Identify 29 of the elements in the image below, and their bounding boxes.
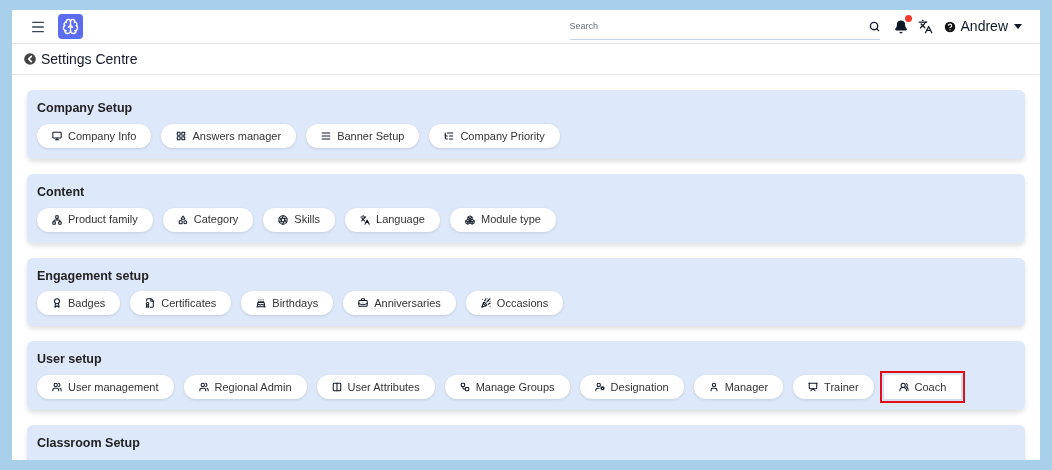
settings-chip[interactable]: Badges [37, 291, 121, 316]
settings-chip[interactable]: Certificates [130, 291, 232, 316]
settings-chip[interactable]: Regional Admin [183, 375, 307, 399]
settings-chip[interactable]: User management [37, 375, 174, 399]
settings-chip[interactable]: Module type [449, 207, 556, 232]
settings-chip[interactable]: Trainer [793, 375, 874, 399]
section-title: Company Setup [37, 100, 134, 117]
section-title: Classroom Setup [37, 435, 141, 452]
settings-chip[interactable]: Manage Groups [444, 375, 570, 399]
section-title: Content [37, 183, 86, 201]
search-field[interactable]: Search [569, 13, 869, 39]
settings-chip[interactable]: Product family [37, 207, 153, 232]
settings-chip[interactable]: Banner Setup [306, 123, 420, 148]
settings-chip[interactable]: Language [345, 207, 440, 232]
settings-chip[interactable]: Occasions [465, 291, 564, 316]
section-title: User setup [37, 351, 103, 369]
settings-chip[interactable]: Answers manager [161, 123, 297, 148]
user-menu[interactable]: Andrew [960, 16, 1022, 37]
page-title: Settings Centre [41, 49, 138, 69]
settings-chip[interactable]: Category [162, 207, 254, 232]
settings-chip[interactable]: Manager [693, 375, 784, 399]
settings-chip[interactable]: Company Info [37, 123, 152, 148]
settings-chip[interactable]: Designation [579, 375, 684, 399]
settings-chip[interactable]: User Attributes [316, 375, 435, 399]
section-title: Engagement setup [37, 267, 150, 285]
settings-chip[interactable]: Birthdays [241, 291, 334, 316]
settings-chip[interactable]: Skills [263, 207, 335, 232]
settings-chip[interactable]: Company Priority [429, 123, 560, 148]
settings-chip[interactable]: Anniversaries [343, 291, 456, 316]
